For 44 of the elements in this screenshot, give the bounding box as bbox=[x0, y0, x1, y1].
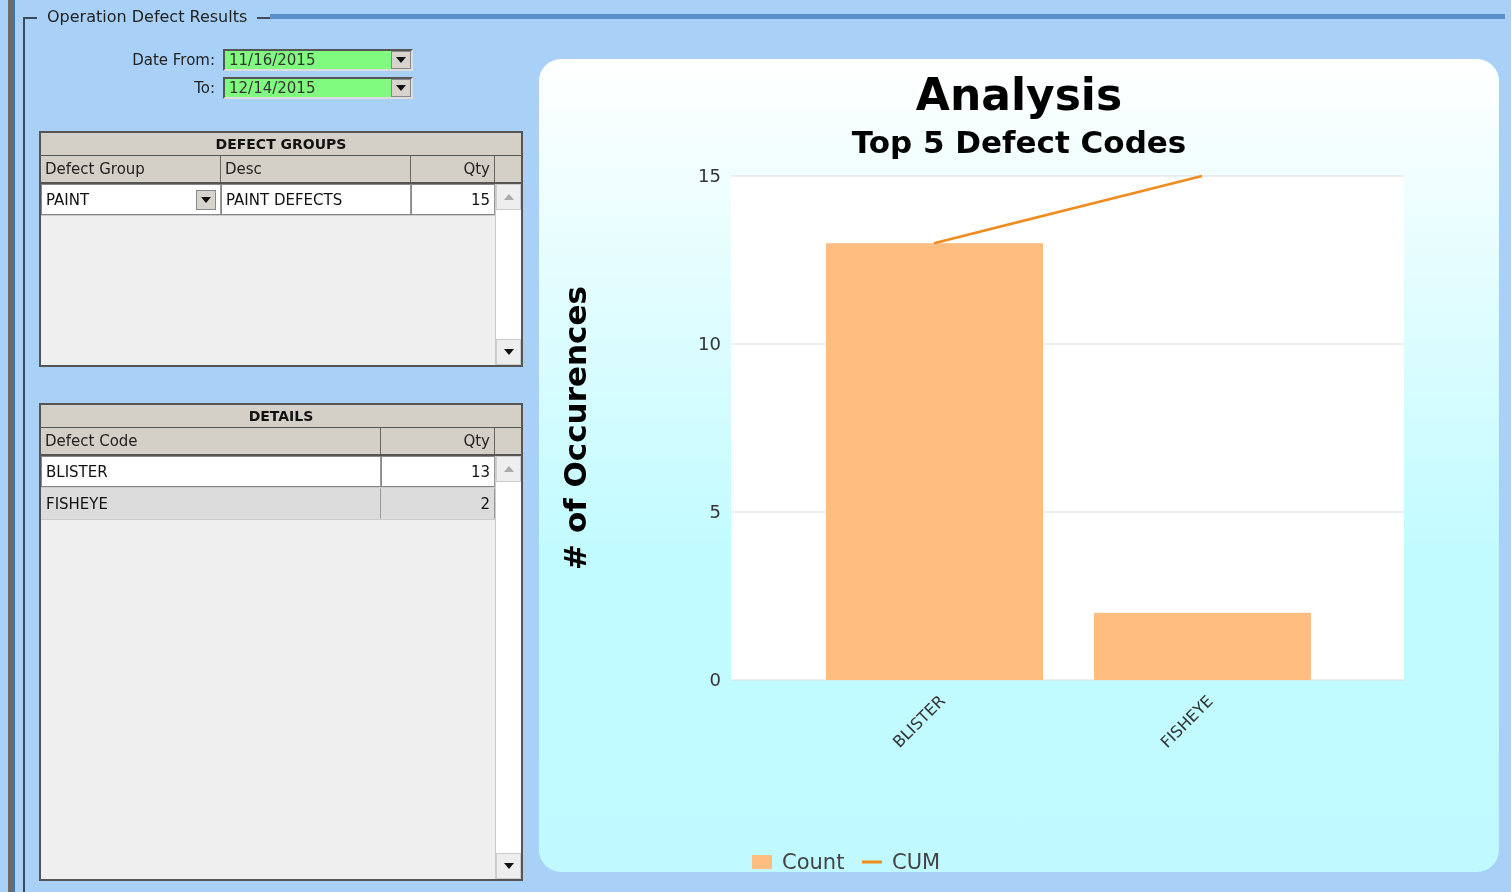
y-tick-label: 10 bbox=[698, 333, 721, 354]
legend-label: CUM bbox=[892, 850, 941, 872]
y-tick-label: 5 bbox=[709, 501, 721, 522]
field-label: To: bbox=[194, 79, 215, 97]
table-title: DEFECT GROUPS bbox=[41, 133, 521, 156]
column-header: Qty bbox=[411, 156, 495, 182]
legend-label: Count bbox=[782, 850, 845, 872]
y-tick-label: 15 bbox=[698, 165, 721, 186]
dropdown-button[interactable] bbox=[391, 79, 411, 97]
column-header: Desc bbox=[221, 156, 411, 182]
table-cell: 2 bbox=[381, 488, 495, 519]
table-title: DETAILS bbox=[41, 405, 521, 428]
caret-down-icon bbox=[201, 196, 211, 203]
chart-subtitle: Top 5 Defect Codes bbox=[851, 124, 1187, 160]
caret-down-icon bbox=[396, 57, 406, 63]
scrollbar[interactable] bbox=[495, 184, 521, 365]
table-cell: PAINT DEFECTS bbox=[221, 184, 411, 215]
column-header: Defect Group bbox=[41, 156, 221, 182]
scroll-up-icon bbox=[503, 194, 514, 200]
date-field[interactable]: 11/16/2015 bbox=[223, 49, 413, 71]
dropdown-button[interactable] bbox=[391, 51, 411, 69]
scroll-up-icon bbox=[503, 466, 514, 472]
field-label: Date From: bbox=[132, 51, 215, 69]
group-title: Operation Defect Results bbox=[37, 7, 258, 26]
caret-down-icon bbox=[503, 863, 514, 869]
date-field[interactable]: 12/14/2015 bbox=[223, 77, 413, 99]
legend-swatch bbox=[752, 855, 772, 869]
y-axis-title: # of Occurences bbox=[557, 286, 593, 570]
header-corner bbox=[495, 428, 521, 454]
chart-title: Analysis bbox=[915, 69, 1123, 120]
dropdown-button[interactable] bbox=[196, 189, 216, 210]
table-cell: 15 bbox=[411, 184, 495, 215]
legend-line bbox=[862, 860, 882, 864]
table-cell: FISHEYE bbox=[41, 488, 381, 519]
scrollbar[interactable] bbox=[495, 456, 521, 879]
group-dropdown[interactable]: PAINT bbox=[41, 184, 221, 215]
y-tick-label: 0 bbox=[709, 669, 721, 690]
caret-down-icon bbox=[503, 349, 514, 355]
column-header: Qty bbox=[381, 428, 495, 454]
table-cell: 13 bbox=[381, 456, 495, 487]
table-cell: BLISTER bbox=[41, 456, 381, 487]
caret-down-icon bbox=[396, 85, 406, 91]
header-corner bbox=[495, 156, 521, 182]
column-header: Defect Code bbox=[41, 428, 381, 454]
